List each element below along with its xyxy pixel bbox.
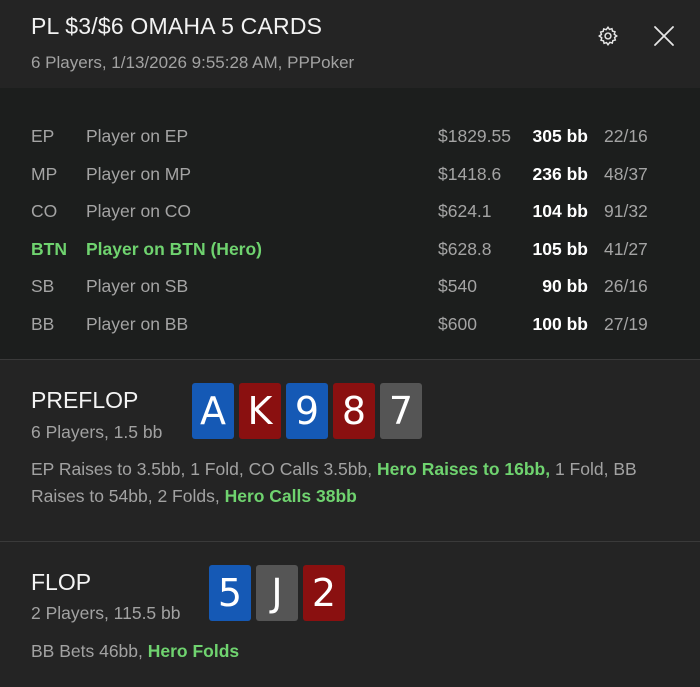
player-position: SB bbox=[31, 276, 55, 297]
player-stack-bb: 105 bb bbox=[532, 238, 588, 259]
close-icon[interactable] bbox=[652, 24, 676, 48]
player-name: Player on BB bbox=[86, 313, 189, 334]
street-name: PREFLOP bbox=[31, 387, 139, 413]
playing-card: 5 bbox=[209, 565, 251, 621]
player-name: Player on CO bbox=[86, 201, 192, 222]
playing-card: 9 bbox=[286, 383, 328, 439]
player-stack-bb: 104 bb bbox=[532, 201, 588, 222]
player-stack: $1418.6 bbox=[438, 163, 502, 184]
street-info: 6 Players, 1.5 bb bbox=[31, 422, 163, 442]
action-text: EP Raises to 3.5bb, 1 Fold, CO Calls 3.5… bbox=[31, 459, 377, 479]
street-preflop: PREFLOP 6 Players, 1.5 bb AK987 EP Raise… bbox=[0, 360, 700, 542]
player-stats: 27/19 bbox=[604, 313, 648, 334]
player-row[interactable]: CO Player on CO $624.1 104 bb 91/32 bbox=[0, 193, 700, 231]
player-position: MP bbox=[31, 163, 58, 184]
player-position: BB bbox=[31, 313, 55, 334]
hand-header: PL $3/$6 OMAHA 5 CARDS 6 Players, 1/13/2… bbox=[0, 0, 700, 88]
player-stack: $540 bbox=[438, 276, 477, 297]
hero-hole-cards: AK987 bbox=[192, 383, 422, 439]
players-table: EP Player on EP $1829.55 305 bb 22/16 MP Playe… bbox=[0, 88, 700, 360]
action-text: BB Bets 46bb, bbox=[31, 641, 148, 661]
street-flop: FLOP 2 Players, 115.5 bb 5J2 BB Bets 46b… bbox=[0, 542, 700, 687]
player-name: Player on SB bbox=[86, 276, 189, 297]
street-actions: BB Bets 46bb, Hero Folds bbox=[31, 638, 660, 665]
gear-icon[interactable] bbox=[596, 24, 620, 48]
player-position: EP bbox=[31, 126, 55, 146]
player-stack-bb: 236 bb bbox=[532, 163, 588, 184]
player-stack-bb: 90 bb bbox=[542, 276, 588, 297]
player-stack-bb: 305 bb bbox=[532, 126, 588, 146]
player-position: BTN bbox=[31, 238, 67, 259]
hand-subtitle: 6 Players, 1/13/2026 9:55:28 AM, PPPoker bbox=[31, 53, 355, 72]
player-name: Player on BTN (Hero) bbox=[86, 238, 262, 259]
player-stack-bb: 100 bb bbox=[532, 313, 588, 334]
playing-card: 8 bbox=[333, 383, 375, 439]
player-stats: 22/16 bbox=[604, 126, 648, 146]
playing-card: K bbox=[239, 383, 281, 439]
player-name: Player on EP bbox=[86, 126, 189, 146]
player-stats: 48/37 bbox=[604, 163, 648, 184]
playing-card: A bbox=[192, 383, 234, 439]
playing-card: 7 bbox=[380, 383, 422, 439]
player-stack: $624.1 bbox=[438, 201, 492, 222]
street-actions: EP Raises to 3.5bb, 1 Fold, CO Calls 3.5… bbox=[31, 456, 660, 510]
player-row[interactable]: SB Player on SB $540 90 bb 26/16 bbox=[0, 268, 700, 306]
player-row[interactable]: EP Player on EP $1829.55 305 bb 22/16 bbox=[0, 118, 700, 156]
board-cards: 5J2 bbox=[209, 565, 345, 621]
hero-action: Hero Folds bbox=[147, 641, 240, 661]
street-name: FLOP bbox=[31, 569, 92, 595]
player-stack: $600 bbox=[438, 313, 477, 334]
player-position: CO bbox=[31, 201, 58, 222]
player-row[interactable]: BTN Player on BTN (Hero) $628.8 105 bb 41/27 bbox=[0, 231, 700, 269]
playing-card: J bbox=[256, 565, 298, 621]
street-info: 2 Players, 115.5 bb bbox=[31, 603, 181, 623]
hand-history-window: PL $3/$6 OMAHA 5 CARDS 6 Players, 1/13/2… bbox=[0, 0, 700, 687]
hero-action: Hero Raises to 16bb, bbox=[376, 459, 551, 479]
player-stack: $1829.55 bbox=[438, 126, 511, 146]
player-stats: 91/32 bbox=[604, 201, 648, 222]
player-stats: 26/16 bbox=[604, 276, 648, 297]
player-row[interactable]: MP Player on MP $1418.6 236 bb 48/37 bbox=[0, 156, 700, 194]
player-row[interactable]: BB Player on BB $600 100 bb 27/19 bbox=[0, 306, 700, 344]
playing-card: 2 bbox=[303, 565, 345, 621]
hero-action: Hero Calls 38bb bbox=[224, 486, 357, 506]
player-stats: 41/27 bbox=[604, 238, 648, 259]
player-stack: $628.8 bbox=[438, 238, 492, 259]
player-name: Player on MP bbox=[86, 163, 192, 184]
